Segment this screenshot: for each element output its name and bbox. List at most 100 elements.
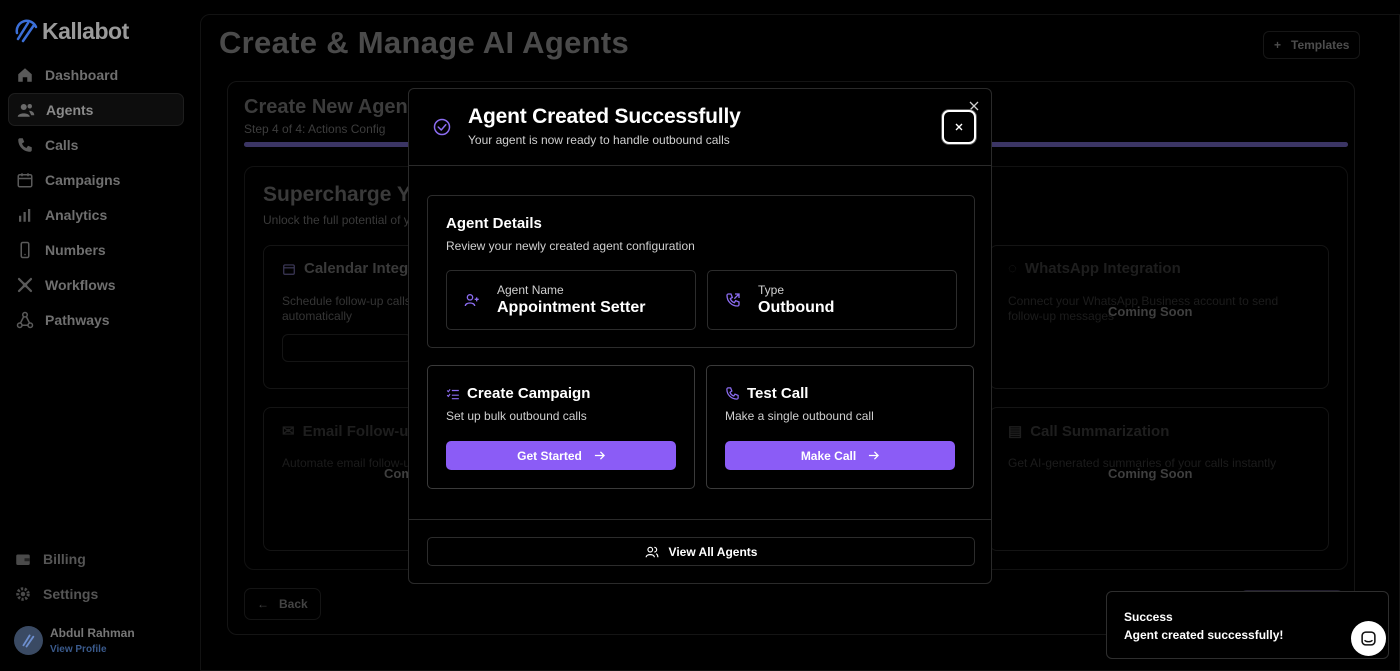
user-profile[interactable]: Abdul Rahman View Profile bbox=[14, 626, 135, 655]
mail-icon: ✉ bbox=[282, 423, 295, 440]
sidebar-item-dashboard[interactable]: Dashboard bbox=[8, 58, 184, 91]
sidebar-item-label: Calls bbox=[45, 136, 79, 153]
page-title: Create & Manage AI Agents bbox=[219, 25, 630, 60]
home-icon bbox=[18, 67, 32, 82]
agent-name-value: Appointment Setter bbox=[497, 299, 646, 316]
coming-soon-badge: Coming Soon bbox=[1108, 304, 1193, 319]
integration-title: ✉ Email Follow-up bbox=[282, 422, 418, 441]
whatsapp-icon: ◌ bbox=[1008, 260, 1017, 277]
sidebar-item-label: Agents bbox=[46, 101, 94, 118]
dialog-divider bbox=[409, 519, 991, 520]
details-title: Agent Details bbox=[446, 215, 542, 232]
smartphone-icon bbox=[20, 241, 30, 258]
sidebar-item-label: Billing bbox=[43, 550, 86, 567]
test-call-title: Test Call bbox=[725, 385, 808, 402]
wizard-step: Step 4 of 4: Actions Config bbox=[244, 122, 386, 136]
calendar-icon bbox=[17, 172, 33, 187]
gear-icon bbox=[16, 586, 30, 601]
bar-chart-icon bbox=[19, 208, 31, 222]
integration-title: ▤ Call Summarization bbox=[1008, 422, 1170, 441]
integration-desc: Schedule follow-up calls automatically bbox=[282, 294, 411, 323]
calendar-icon bbox=[283, 263, 295, 275]
kallabot-logo-icon bbox=[15, 19, 38, 42]
sidebar-item-numbers[interactable]: Numbers bbox=[8, 233, 184, 266]
create-campaign-subtitle: Set up bulk outbound calls bbox=[446, 409, 587, 423]
sidebar-item-label: Settings bbox=[43, 585, 99, 602]
integration-card-whatsapp: ◌ WhatsApp Integration Connect your What… bbox=[989, 245, 1329, 389]
sidebar-item-label: Workflows bbox=[45, 276, 116, 293]
agent-type-label: Type bbox=[758, 283, 785, 297]
sidebar-nav: Dashboard Agents Calls Campaigns Analyti… bbox=[8, 58, 184, 338]
sidebar-item-billing[interactable]: Billing bbox=[8, 542, 184, 575]
agent-name-label: Agent Name bbox=[497, 283, 564, 297]
sidebar-item-agents[interactable]: Agents bbox=[8, 93, 184, 126]
list-check-icon bbox=[446, 388, 459, 399]
sidebar: Kallabot Dashboard Agents Calls Campaign… bbox=[0, 0, 196, 671]
back-button[interactable]: ← Back bbox=[244, 588, 321, 620]
integration-card-summarization: ▤ Call Summarization Get AI-generated su… bbox=[989, 407, 1329, 551]
phone-icon bbox=[726, 387, 739, 400]
brand-logo[interactable]: Kallabot bbox=[14, 18, 129, 45]
avatar-logo-icon bbox=[22, 634, 34, 647]
agent-name-box: Agent Name Appointment Setter bbox=[446, 270, 696, 330]
check-circle-icon bbox=[433, 118, 451, 136]
integration-title: ◌ WhatsApp Integration bbox=[1008, 260, 1181, 277]
agent-created-dialog: Agent Created Successfully Your agent is… bbox=[408, 88, 992, 584]
calendar-connect-button[interactable] bbox=[282, 334, 412, 362]
wizard-title: Create New Agent bbox=[244, 96, 415, 118]
phone-outgoing-icon bbox=[726, 293, 740, 307]
users-icon bbox=[17, 103, 35, 117]
phone-icon bbox=[18, 137, 32, 152]
document-icon: ▤ bbox=[1008, 423, 1023, 440]
sidebar-item-label: Pathways bbox=[45, 311, 110, 328]
plus-icon: + bbox=[1274, 38, 1282, 52]
view-profile-link[interactable]: View Profile bbox=[50, 644, 135, 655]
sidebar-item-workflows[interactable]: Workflows bbox=[8, 268, 184, 301]
sidebar-item-label: Numbers bbox=[45, 241, 106, 258]
sidebar-item-settings[interactable]: Settings bbox=[8, 577, 184, 610]
agent-details-card: Agent Details Review your newly created … bbox=[427, 195, 975, 348]
make-call-button[interactable]: Make Call bbox=[725, 441, 955, 470]
agent-type-value: Outbound bbox=[758, 299, 835, 316]
users-icon bbox=[645, 546, 658, 557]
sidebar-item-label: Analytics bbox=[45, 206, 108, 223]
sidebar-item-label: Dashboard bbox=[45, 66, 119, 83]
user-plus-icon bbox=[464, 294, 479, 307]
test-call-card: Test Call Make a single outbound call Ma… bbox=[706, 365, 974, 489]
create-campaign-title: Create Campaign bbox=[446, 385, 590, 402]
create-campaign-card: Create Campaign Set up bulk outbound cal… bbox=[427, 365, 695, 489]
view-all-agents-button[interactable]: View All Agents bbox=[427, 537, 975, 566]
chat-icon bbox=[1361, 631, 1376, 646]
arrow-right-icon bbox=[869, 451, 880, 460]
avatar bbox=[14, 626, 43, 655]
templates-label: Templates bbox=[1291, 38, 1350, 52]
dialog-title: Agent Created Successfully bbox=[468, 105, 741, 128]
sidebar-item-calls[interactable]: Calls bbox=[8, 128, 184, 161]
wallet-icon bbox=[16, 554, 30, 565]
dialog-subtitle: Your agent is now ready to handle outbou… bbox=[468, 133, 730, 147]
toast-message: Agent created successfully! bbox=[1124, 628, 1284, 642]
workflow-icon bbox=[17, 277, 33, 292]
close-icon bbox=[955, 123, 963, 131]
sidebar-item-label: Campaigns bbox=[45, 171, 121, 188]
sidebar-item-pathways[interactable]: Pathways bbox=[8, 303, 184, 336]
sidebar-item-analytics[interactable]: Analytics bbox=[8, 198, 184, 231]
pathway-icon bbox=[16, 311, 34, 328]
sidebar-item-campaigns[interactable]: Campaigns bbox=[8, 163, 184, 196]
details-subtitle: Review your newly created agent configur… bbox=[446, 239, 695, 253]
success-toast[interactable]: Success Agent created successfully! bbox=[1106, 591, 1389, 659]
close-button[interactable] bbox=[942, 110, 976, 144]
test-call-subtitle: Make a single outbound call bbox=[725, 409, 874, 423]
get-started-button[interactable]: Get Started bbox=[446, 441, 676, 470]
arrow-right-icon bbox=[594, 451, 605, 460]
templates-button[interactable]: + Templates bbox=[1263, 31, 1361, 59]
chat-support-button[interactable] bbox=[1351, 621, 1386, 656]
user-name: Abdul Rahman bbox=[50, 626, 135, 640]
dialog-header: Agent Created Successfully Your agent is… bbox=[409, 89, 991, 166]
sidebar-bottom-nav: Billing Settings bbox=[8, 542, 184, 612]
agent-type-box: Type Outbound bbox=[707, 270, 957, 330]
coming-soon-badge: Coming Soon bbox=[1108, 466, 1193, 481]
brand-name: Kallabot bbox=[42, 18, 129, 44]
toast-title: Success bbox=[1124, 610, 1173, 624]
arrow-left-icon: ← bbox=[257, 597, 269, 611]
